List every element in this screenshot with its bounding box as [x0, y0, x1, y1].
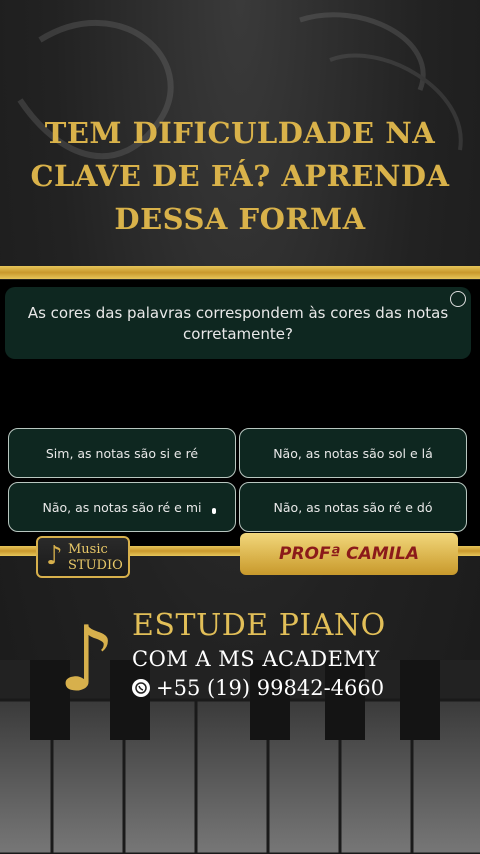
- whatsapp-icon: [132, 679, 150, 697]
- music-studio-logo: ♪ Music STUDIO: [36, 536, 130, 578]
- logo-text-line-2: STUDIO: [68, 558, 123, 573]
- gold-divider-top: [0, 266, 480, 279]
- pointer-cursor-icon: [212, 508, 216, 514]
- headline-line-3: DESSA FORMA: [114, 202, 366, 236]
- headline-line-2: CLAVE DE FÁ? APRENDA: [30, 159, 450, 193]
- answer-option-3[interactable]: Não, as notas são ré e mi: [8, 482, 236, 532]
- phone-number: +55 (19) 99842-4660: [156, 676, 385, 700]
- music-note-icon: ♪: [46, 541, 63, 571]
- cta-subtitle: COM A MS ACADEMY: [132, 647, 380, 671]
- treble-note-logo-icon: ♪: [58, 607, 116, 712]
- answer-option-4[interactable]: Não, as notas são ré e dó: [239, 482, 467, 532]
- cta-title: ESTUDE PIANO: [132, 608, 386, 643]
- cta-phone[interactable]: +55 (19) 99842-4660: [132, 676, 384, 700]
- headline: TEM DIFICULDADE NA CLAVE DE FÁ? APRENDA …: [20, 112, 460, 241]
- headline-line-1: TEM DIFICULDADE NA: [44, 116, 436, 150]
- question-radio-icon[interactable]: [450, 291, 466, 307]
- answer-option-2[interactable]: Não, as notas são sol e lá: [239, 428, 467, 478]
- answer-option-1[interactable]: Sim, as notas são si e ré: [8, 428, 236, 478]
- question-text-line-2: corretamente?: [183, 325, 293, 343]
- question-box: As cores das palavras correspondem às co…: [5, 287, 471, 359]
- logo-text-line-1: Music: [68, 542, 108, 557]
- question-text-line-1: As cores das palavras correspondem às co…: [27, 304, 449, 322]
- teacher-badge: PROFª CAMILA: [240, 533, 458, 575]
- video-frame: TEM DIFICULDADE NA CLAVE DE FÁ? APRENDA …: [0, 0, 480, 854]
